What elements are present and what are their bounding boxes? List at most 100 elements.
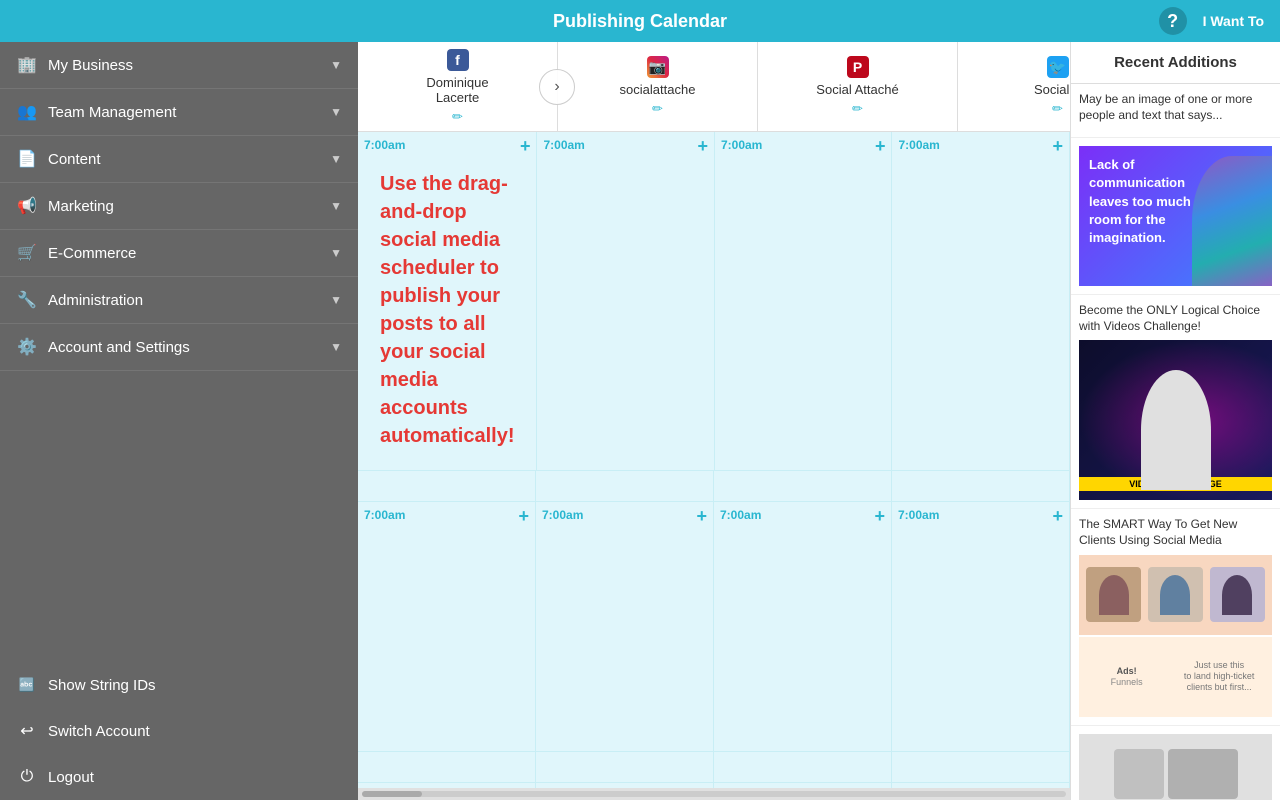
cell-add-button-3-2[interactable]: + — [696, 787, 707, 788]
promo-cell-2-1 — [358, 752, 536, 782]
chevron-down-icon-7: ▼ — [330, 340, 342, 354]
logout-icon: ⏻ — [16, 766, 38, 788]
sidebar: 🏢 My Business ▼ 👥 Team Management ▼ 📄 Co… — [0, 42, 358, 800]
sidebar-label-switch-account: Switch Account — [48, 723, 150, 740]
calendar-grid: 7:00am + Use the drag-and-drop social me… — [358, 132, 1070, 788]
item-5-image-placeholder — [1079, 734, 1272, 800]
promo-cell-3 — [714, 471, 892, 501]
app-title: Publishing Calendar — [553, 11, 727, 32]
sidebar-label-ecommerce: E-Commerce — [48, 245, 136, 262]
sidebar-item-content[interactable]: 📄 Content ▼ — [0, 136, 358, 183]
team-management-icon: 👥 — [16, 101, 38, 123]
promo-row-1 — [358, 471, 1070, 502]
promo-cell-2 — [536, 471, 714, 501]
cell-time-1-3: 7:00am — [721, 138, 762, 152]
calendar-cell-1-4: 7:00am + — [892, 132, 1070, 470]
cell-time-2-4: 7:00am — [898, 508, 939, 522]
promo-cell-4 — [892, 471, 1070, 501]
recent-addition-item-3[interactable]: Become the ONLY Logical Choice with Vide… — [1071, 295, 1280, 509]
promo-cell-2-3 — [714, 752, 892, 782]
pinterest-account-name: Social Attaché — [816, 82, 898, 97]
twitter-edit-button[interactable]: ✏ — [1052, 101, 1063, 117]
sidebar-item-show-string-ids[interactable]: 🔤 Show String IDs — [0, 662, 358, 708]
cell-add-button-2-1[interactable]: + — [518, 506, 529, 527]
sidebar-item-logout[interactable]: ⏻ Logout — [0, 754, 358, 800]
sidebar-item-ecommerce[interactable]: 🛒 E-Commerce ▼ — [0, 230, 358, 277]
recent-addition-title-1: May be an image of one or more people an… — [1079, 92, 1272, 123]
calendar-cell-2-3: 7:00am + — [714, 502, 892, 751]
sidebar-item-switch-account[interactable]: ↩ Switch Account — [0, 708, 358, 754]
cell-add-button-3-3[interactable]: + — [874, 787, 885, 788]
smart-way-card-bottom: Ads!Funnels Just use thisto land high-ti… — [1079, 637, 1272, 717]
facebook-edit-button[interactable]: ✏ — [452, 109, 463, 125]
cell-time-2-3: 7:00am — [720, 508, 761, 522]
cell-add-button-2-3[interactable]: + — [874, 506, 885, 527]
recent-addition-item-4[interactable]: The SMART Way To Get New Clients Using S… — [1071, 509, 1280, 725]
chevron-down-icon-3: ▼ — [330, 152, 342, 166]
facebook-icon: f — [447, 49, 469, 71]
sidebar-item-my-business[interactable]: 🏢 My Business ▼ — [0, 42, 358, 89]
chevron-down-icon-4: ▼ — [330, 199, 342, 213]
account-cell-facebook: f DominiqueLacerte ✏ › — [358, 42, 558, 131]
promo-row-2 — [358, 752, 1070, 783]
chevron-down-icon: ▼ — [330, 58, 342, 72]
marketing-icon: 📢 — [16, 195, 38, 217]
cell-add-button-2-4[interactable]: + — [1052, 506, 1063, 527]
calendar-cell-1-3: 7:00am + — [715, 132, 893, 470]
chevron-down-icon-2: ▼ — [330, 105, 342, 119]
recent-addition-item-2[interactable]: Lack of communication leaves too much ro… — [1071, 138, 1280, 295]
sidebar-item-account-settings[interactable]: ⚙️ Account and Settings ▼ — [0, 324, 358, 371]
calendar-cell-3-1: 7:00am + — [358, 783, 536, 788]
instagram-edit-button[interactable]: ✏ — [652, 101, 663, 117]
cell-time-2-2: 7:00am — [542, 508, 583, 522]
promo-cell-1 — [358, 471, 536, 501]
top-header: Publishing Calendar ? I Want To — [0, 0, 1280, 42]
calendar-cell-2-1: 7:00am + — [358, 502, 536, 751]
videos-challenge-card: 21 DAY VIDEOS CHALLENGE — [1079, 340, 1272, 500]
calendar-cell-2-2: 7:00am + — [536, 502, 714, 751]
calendar-cell-2-4: 7:00am + — [892, 502, 1070, 751]
cell-add-button-3-1[interactable]: + — [518, 787, 529, 788]
cell-add-button-1-2[interactable]: + — [697, 136, 708, 157]
calendar-area: f DominiqueLacerte ✏ › 📷 socialattache ✏… — [358, 42, 1070, 800]
instagram-icon: 📷 — [647, 56, 669, 78]
i-want-to-button[interactable]: I Want To — [1203, 13, 1264, 29]
header-right: ? I Want To — [1159, 7, 1264, 35]
sidebar-label-account-settings: Account and Settings — [48, 339, 190, 356]
cell-add-button-1-3[interactable]: + — [875, 136, 886, 157]
twitter-icon: 🐦 — [1047, 56, 1069, 78]
recent-addition-item-5[interactable] — [1071, 726, 1280, 800]
instagram-account-name: socialattache — [620, 82, 696, 97]
cell-time-1-4: 7:00am — [898, 138, 939, 152]
calendar-row-3: 7:00am + 7:00am + 7:00am + 7:00am + — [358, 783, 1070, 788]
calendar-row-2: 7:00am + 7:00am + 7:00am + 7:00am + — [358, 502, 1070, 752]
promo-cell-2-4 — [892, 752, 1070, 782]
recent-addition-item-1[interactable]: May be an image of one or more people an… — [1071, 84, 1280, 138]
horizontal-scrollbar[interactable] — [358, 788, 1070, 800]
recent-additions-header: Recent Additions — [1071, 42, 1280, 84]
recent-addition-title-3: Become the ONLY Logical Choice with Vide… — [1079, 303, 1272, 334]
pinterest-edit-button[interactable]: ✏ — [852, 101, 863, 117]
pinterest-icon: P — [847, 56, 869, 78]
sidebar-label-administration: Administration — [48, 292, 143, 309]
scrollbar-thumb[interactable] — [362, 791, 422, 797]
cell-add-button-3-4[interactable]: + — [1052, 787, 1063, 788]
cell-add-button-1-1[interactable]: + — [520, 136, 531, 157]
sidebar-label-logout: Logout — [48, 769, 94, 786]
sidebar-label-marketing: Marketing — [48, 198, 114, 215]
cell-add-button-1-4[interactable]: + — [1052, 136, 1063, 157]
main-layout: 🏢 My Business ▼ 👥 Team Management ▼ 📄 Co… — [0, 42, 1280, 800]
administration-icon: 🔧 — [16, 289, 38, 311]
sidebar-item-administration[interactable]: 🔧 Administration ▼ — [0, 277, 358, 324]
nav-next-arrow[interactable]: › — [539, 69, 575, 105]
cell-add-button-2-2[interactable]: + — [696, 506, 707, 527]
cell-time-2-1: 7:00am — [364, 508, 405, 522]
scrollbar-track — [362, 791, 1066, 797]
cell-time-1-2: 7:00am — [543, 138, 584, 152]
sidebar-label-team-management: Team Management — [48, 104, 176, 121]
show-string-ids-icon: 🔤 — [16, 674, 38, 696]
sidebar-label-content: Content — [48, 151, 101, 168]
sidebar-item-marketing[interactable]: 📢 Marketing ▼ — [0, 183, 358, 230]
sidebar-item-team-management[interactable]: 👥 Team Management ▼ — [0, 89, 358, 136]
help-button[interactable]: ? — [1159, 7, 1187, 35]
